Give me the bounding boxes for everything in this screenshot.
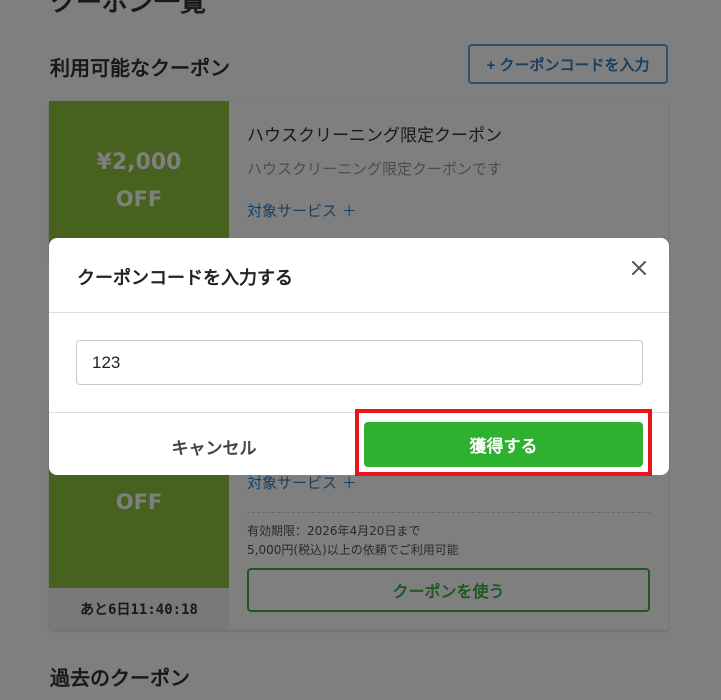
cancel-button[interactable]: キャンセル — [109, 426, 319, 466]
acquire-button[interactable]: 獲得する — [364, 422, 643, 467]
close-icon[interactable] — [627, 256, 651, 280]
coupon-code-input[interactable] — [76, 340, 643, 385]
coupon-code-modal: クーポンコードを入力する キャンセル 獲得する — [49, 238, 669, 476]
modal-title: クーポンコードを入力する — [77, 268, 293, 289]
modal-divider — [49, 312, 669, 313]
